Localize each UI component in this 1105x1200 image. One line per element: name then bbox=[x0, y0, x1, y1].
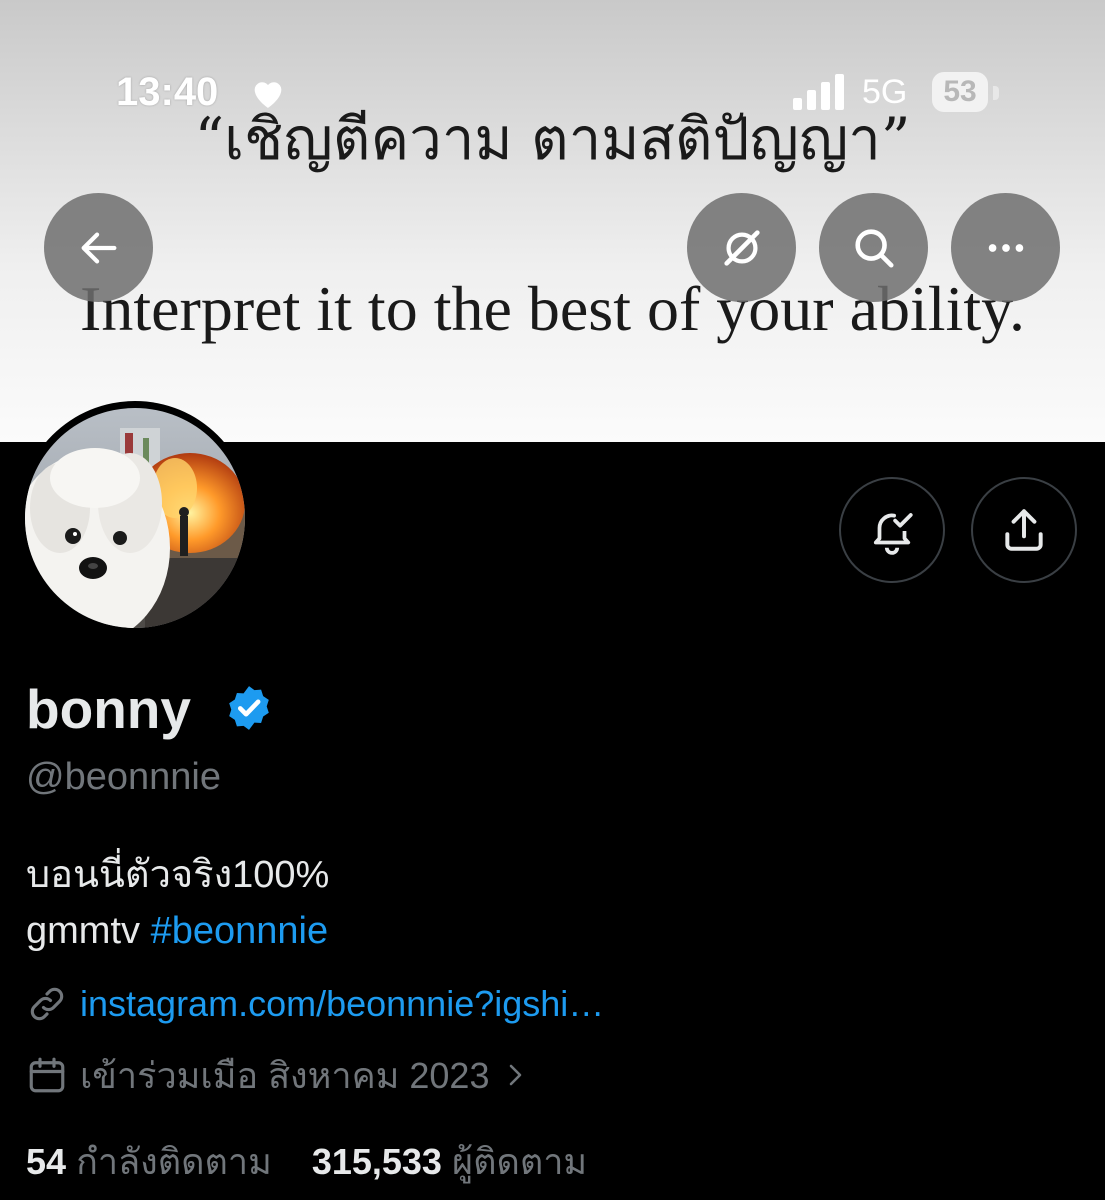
cellular-signal-icon bbox=[793, 74, 844, 110]
search-button[interactable] bbox=[819, 193, 928, 302]
profile-handle: @beonnnie bbox=[26, 756, 221, 798]
avatar-photo bbox=[25, 408, 245, 628]
notifications-button[interactable] bbox=[839, 477, 945, 583]
following-label: กำลังติดตาม bbox=[76, 1141, 272, 1182]
profile-website-link[interactable]: instagram.com/beonnnie?igshi… bbox=[26, 979, 604, 1029]
avatar-picture-icon bbox=[25, 408, 245, 628]
bio-text: gmmtv bbox=[26, 910, 151, 952]
arrow-left-icon bbox=[81, 231, 116, 264]
following-count: 54 bbox=[26, 1141, 67, 1182]
link-icon bbox=[30, 987, 64, 1021]
share-icon bbox=[1005, 509, 1043, 551]
calendar-icon bbox=[29, 1057, 65, 1093]
verified-badge-icon bbox=[229, 686, 269, 730]
bio-hashtag-link[interactable]: #beonnnie bbox=[151, 910, 329, 952]
bio-line-2: gmmtv #beonnnie bbox=[26, 906, 328, 956]
battery-indicator: 53 bbox=[932, 72, 988, 112]
more-button[interactable] bbox=[951, 193, 1060, 302]
network-type: 5G bbox=[862, 73, 908, 111]
share-button[interactable] bbox=[971, 477, 1077, 583]
following-link[interactable]: 54 กำลังติดตาม bbox=[26, 1141, 272, 1182]
battery-cap bbox=[993, 86, 999, 100]
grok-icon bbox=[723, 229, 760, 266]
chevron-right-icon bbox=[510, 1064, 522, 1086]
followers-link[interactable]: 315,533 ผู้ติดตาม bbox=[312, 1141, 587, 1182]
banner-english-quote: Interpret it to the best of your ability… bbox=[80, 273, 1025, 344]
bell-check-icon bbox=[873, 513, 913, 555]
search-icon bbox=[854, 228, 894, 268]
join-date-text: เข้าร่วมเมือ สิงหาคม 2023 bbox=[80, 1054, 490, 1096]
bio-line-1: บอนนี่ตัวจริง100% bbox=[26, 854, 330, 896]
grok-button[interactable] bbox=[687, 193, 796, 302]
status-bar: 13:40 5G 53 bbox=[0, 66, 1105, 122]
follow-stats: 54 กำลังติดตาม 315,533 ผู้ติดตาม bbox=[26, 1137, 587, 1187]
website-url: instagram.com/beonnnie?igshi… bbox=[80, 983, 605, 1024]
heart-icon bbox=[254, 82, 282, 108]
display-name: bonny bbox=[26, 678, 191, 740]
join-date-row[interactable]: เข้าร่วมเมือ สิงหาคม 2023 bbox=[26, 1050, 527, 1100]
more-icon bbox=[988, 243, 1023, 252]
back-button[interactable] bbox=[44, 193, 153, 302]
avatar[interactable] bbox=[18, 401, 252, 635]
followers-label: ผู้ติดตาม bbox=[451, 1141, 588, 1182]
status-time: 13:40 bbox=[116, 70, 219, 114]
followers-count: 315,533 bbox=[311, 1141, 442, 1182]
